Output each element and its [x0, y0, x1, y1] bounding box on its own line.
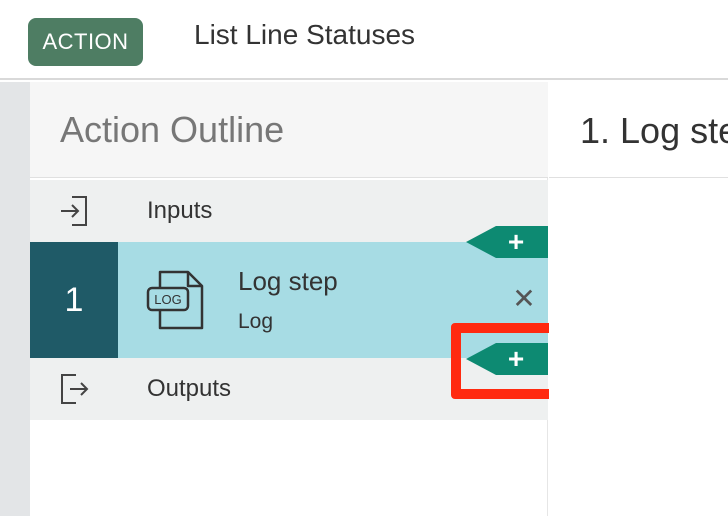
- log-file-icon: LOG: [146, 270, 204, 330]
- detail-header: 1. Log step: [549, 82, 728, 178]
- step-detail-panel: 1. Log step: [549, 82, 728, 516]
- action-outline-panel: Action Outline Inputs 1 LOG Log step Log…: [30, 82, 548, 516]
- outputs-label: Outputs: [147, 375, 232, 402]
- outline-header: Action Outline: [30, 82, 548, 178]
- step-number: 1: [30, 242, 118, 358]
- plus-icon: +: [507, 226, 525, 257]
- detail-title: 1. Log step: [580, 110, 728, 151]
- outline-title: Action Outline: [60, 109, 285, 150]
- left-rail: [0, 82, 30, 516]
- sign-out-icon: [61, 374, 89, 404]
- close-icon[interactable]: ✕: [510, 283, 538, 314]
- step-name: Log step: [238, 266, 338, 296]
- log-icon-text: LOG: [154, 292, 181, 307]
- step-type: Log: [238, 310, 274, 333]
- sign-in-icon: [61, 196, 87, 226]
- page-title: List Line Statuses: [194, 19, 416, 50]
- top-bar: ACTION List Line Statuses: [0, 0, 728, 80]
- action-badge: ACTION: [28, 18, 143, 66]
- inputs-label: Inputs: [147, 197, 213, 224]
- add-step-before-button[interactable]: +: [466, 226, 548, 258]
